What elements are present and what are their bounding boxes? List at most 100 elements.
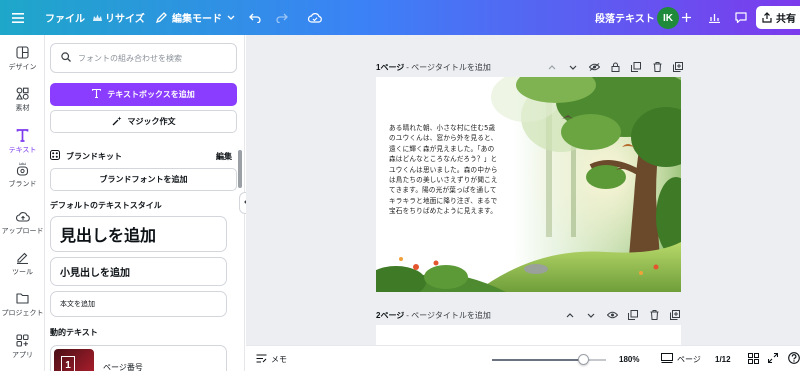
redo-icon [276, 13, 288, 23]
chevron-up-icon[interactable] [546, 61, 558, 73]
search-icon [61, 52, 71, 64]
add-brand-font-label: ブランドフォントを追加 [99, 175, 188, 184]
rail-item-elements[interactable]: 素材 [0, 86, 45, 113]
grid-view-icon [748, 352, 759, 366]
edit-mode-dropdown[interactable]: 編集モード [156, 0, 235, 35]
rail-item-draw[interactable]: ツール [0, 250, 45, 277]
hide-page-icon[interactable] [588, 61, 600, 73]
page2-title-placeholder: - ページタイトルを追加 [406, 310, 491, 320]
page1-label: 1ページ [376, 62, 405, 72]
page-number-card[interactable]: 1 ページ番号 [50, 345, 227, 371]
rail-item-text[interactable]: テキスト [0, 128, 45, 155]
share-button[interactable]: 共有 [756, 6, 800, 29]
page-2-canvas[interactable] [376, 325, 681, 345]
rail-item-apps[interactable]: アプリ [0, 333, 45, 360]
duplicate-icon[interactable] [627, 309, 639, 321]
add-heading-button[interactable]: 見出しを追加 [50, 216, 227, 252]
notes-label: メモ [271, 354, 287, 364]
fullscreen-button[interactable] [767, 346, 779, 371]
file-menu[interactable]: ファイル [45, 0, 85, 35]
expand-icon [767, 352, 779, 365]
save-status-button[interactable] [308, 0, 322, 35]
font-search-input[interactable]: フォントの組み合わせを検索 [50, 43, 237, 73]
brand-kit-icon [50, 150, 60, 162]
notes-icon [256, 353, 267, 365]
page2-header[interactable]: 2ページ - ページタイトルを追加 [376, 308, 491, 322]
text-panel: フォントの組み合わせを検索 テキストボックスを追加 マジック作文 ブランドキット… [45, 35, 245, 371]
undo-button[interactable] [249, 0, 261, 35]
trash-icon[interactable] [648, 309, 660, 321]
rail-item-brand[interactable]: ブランド [0, 162, 45, 189]
pages-label: ページ [677, 354, 701, 364]
add-page-icon[interactable] [669, 309, 681, 321]
folder-icon [16, 291, 30, 305]
duplicate-icon[interactable] [630, 61, 642, 73]
search-placeholder: フォントの組み合わせを検索 [78, 53, 182, 63]
draw-icon [16, 250, 30, 264]
panel-scrollbar[interactable] [238, 150, 242, 188]
zoom-value[interactable]: 180% [619, 346, 639, 371]
help-button[interactable] [788, 346, 800, 371]
page-number-preview: 1 [61, 356, 75, 371]
page1-title-placeholder: - ページタイトルを追加 [406, 62, 491, 72]
notes-button[interactable]: メモ [256, 346, 287, 371]
hide-page-icon[interactable] [606, 309, 618, 321]
page1-tools [546, 60, 684, 74]
chevron-up-icon[interactable] [564, 309, 576, 321]
add-textbox-label: テキストボックスを追加 [107, 90, 195, 99]
add-body-text-button[interactable]: 本文を追加 [50, 291, 227, 317]
lock-icon[interactable] [609, 61, 621, 73]
page-1-canvas[interactable]: ある晴れた朝、小さな村に住む5歳 のユウくんは、窓から外を見ると、 遠くに輝く森… [376, 77, 681, 292]
crown-icon [93, 14, 102, 22]
rail-item-projects[interactable]: プロジェクト [0, 291, 45, 318]
insights-button[interactable] [709, 0, 720, 35]
bottom-bar: メモ 180% ページ 1/12 [246, 345, 800, 371]
brand-kit-edit-link[interactable]: 編集 [216, 151, 232, 162]
share-label: 共有 [776, 14, 796, 25]
pages-view-button[interactable]: ページ [661, 346, 701, 371]
add-brand-font-button[interactable]: ブランドフォントを追加 [50, 168, 237, 191]
page2-label: 2ページ [376, 310, 405, 320]
add-body-label: 本文を追加 [60, 301, 95, 308]
brand-icon [16, 162, 30, 176]
resize-button[interactable]: リサイズ [93, 0, 145, 35]
grid-view-button[interactable] [748, 346, 759, 371]
canvas-area: 1ページ - ページタイトルを追加 ある晴れた朝、小さな村に住む5歳 のユウくん… [246, 35, 800, 345]
left-rail: デザイン 素材 テキスト ブランド アップロード ツール プロジェクト アプリ [0, 35, 45, 371]
design-icon [16, 45, 30, 59]
magic-write-button[interactable]: マジック作文 [50, 110, 237, 133]
rail-label: アプリ [12, 352, 33, 359]
rail-label: デザイン [8, 64, 37, 71]
add-subheading-button[interactable]: 小見出しを追加 [50, 257, 227, 286]
rail-item-design[interactable]: デザイン [0, 45, 45, 72]
add-page-icon[interactable] [672, 61, 684, 73]
rail-label: ツール [12, 269, 33, 276]
comments-button[interactable] [735, 0, 747, 35]
help-icon [788, 352, 800, 366]
menu-button[interactable] [12, 0, 24, 35]
text-icon [16, 128, 30, 142]
add-subheading-label: 小見出しを追加 [60, 268, 130, 279]
bar-chart-icon [709, 13, 720, 23]
text-icon [92, 88, 102, 100]
avatar[interactable]: IK [657, 7, 679, 29]
story-textbox[interactable]: ある晴れた朝、小さな村に住む5歳 のユウくんは、窓から外を見ると、 遠くに輝く森… [389, 123, 524, 217]
rail-label: ブランド [8, 181, 37, 188]
elements-icon [16, 86, 30, 100]
share-icon [762, 12, 772, 23]
rail-label: テキスト [8, 147, 37, 154]
pencil-icon [156, 12, 167, 23]
zoom-slider-handle[interactable] [578, 354, 590, 365]
chevron-down-icon[interactable] [585, 309, 597, 321]
add-textbox-button[interactable]: テキストボックスを追加 [50, 83, 237, 106]
page-counter: 1/12 [715, 354, 731, 364]
page1-header[interactable]: 1ページ - ページタイトルを追加 [376, 60, 491, 74]
rail-item-upload[interactable]: アップロード [0, 209, 45, 236]
redo-button[interactable] [276, 0, 288, 35]
resize-label: リサイズ [105, 14, 145, 25]
paragraph-text-label: 段落テキスト [595, 14, 655, 25]
magic-write-label: マジック作文 [127, 117, 176, 126]
trash-icon[interactable] [651, 61, 663, 73]
add-collaborator-button[interactable] [682, 0, 691, 35]
chevron-down-icon[interactable] [567, 61, 579, 73]
